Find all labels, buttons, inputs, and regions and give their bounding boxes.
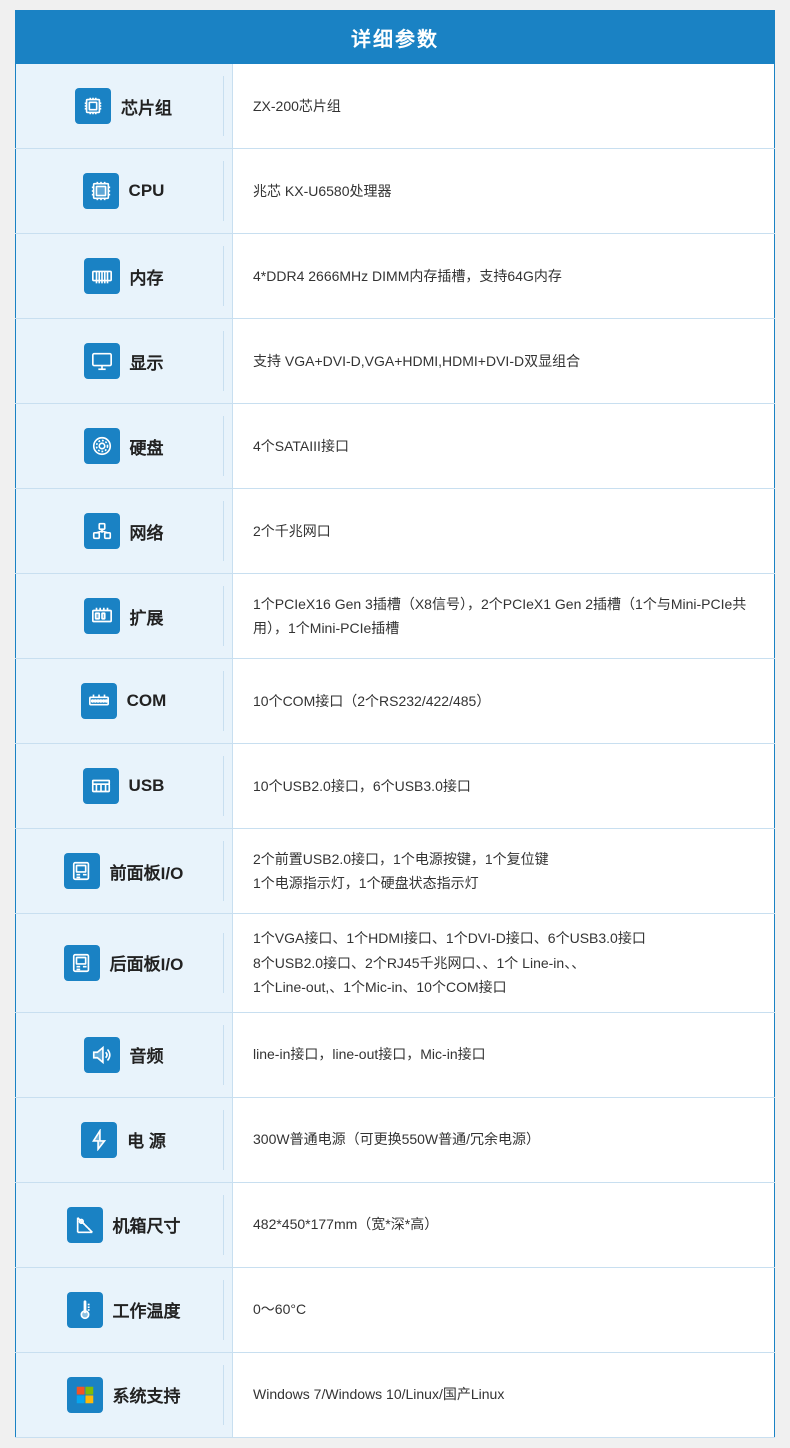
chassis-icon [67, 1207, 103, 1243]
os-icon [67, 1377, 103, 1413]
value-power: 300W普通电源（可更换550W普通/冗余电源） [233, 1097, 775, 1182]
chipset-icon [75, 88, 111, 124]
memory-icon [84, 258, 120, 294]
front-io-icon [64, 853, 100, 889]
value-expansion: 1个PCIeX16 Gen 3插槽（X8信号），2个PCIeX1 Gen 2插槽… [233, 574, 775, 659]
value-audio: line-in接口，line-out接口，Mic-in接口 [233, 1012, 775, 1097]
table-row: 工作温度 0～60°C [16, 1267, 775, 1352]
cpu-icon [83, 173, 119, 209]
label-hdd: 硬盘 [130, 434, 164, 459]
label-rear-io: 后面板I/O [110, 950, 184, 975]
rear-io-icon [64, 945, 100, 981]
table-row: CPU 兆芯 KX-U6580处理器 [16, 149, 775, 234]
table-row: 电 源 300W普通电源（可更换550W普通/冗余电源） [16, 1097, 775, 1182]
label-expansion: 扩展 [130, 604, 164, 629]
table-row: 后面板I/O 1个VGA接口、1个HDMI接口、1个DVI-D接口、6个USB3.… [16, 914, 775, 1013]
value-display: 支持 VGA+DVI-D,VGA+HDMI,HDMI+DVI-D双显组合 [233, 319, 775, 404]
expansion-icon [84, 598, 120, 634]
label-audio: 音频 [130, 1042, 164, 1067]
value-cpu: 兆芯 KX-U6580处理器 [233, 149, 775, 234]
table-row: 前面板I/O 2个前置USB2.0接口，1个电源按键，1个复位键1个电源指示灯，1… [16, 829, 775, 914]
value-memory: 4*DDR4 2666MHz DIMM内存插槽，支持64G内存 [233, 234, 775, 319]
audio-icon [84, 1037, 120, 1073]
label-front-io: 前面板I/O [110, 859, 184, 884]
usb-icon [83, 768, 119, 804]
label-cpu: CPU [129, 181, 165, 201]
label-network: 网络 [130, 519, 164, 544]
label-temperature: 工作温度 [113, 1297, 181, 1322]
temperature-icon [67, 1292, 103, 1328]
network-icon [84, 513, 120, 549]
spec-table-wrapper: 详细参数 芯片组 ZX-200芯片组 CPU 兆芯 KX-U6580处理器 内存 4*… [15, 10, 775, 1438]
table-row: 系统支持 Windows 7/Windows 10/Linux/国产Linux [16, 1352, 775, 1437]
label-chipset: 芯片组 [121, 94, 172, 119]
table-row: 扩展 1个PCIeX16 Gen 3插槽（X8信号），2个PCIeX1 Gen 2… [16, 574, 775, 659]
value-chipset: ZX-200芯片组 [233, 64, 775, 149]
label-usb: USB [129, 776, 165, 796]
value-os: Windows 7/Windows 10/Linux/国产Linux [233, 1352, 775, 1437]
table-row: 网络 2个千兆网口 [16, 489, 775, 574]
value-com: 10个COM接口（2个RS232/422/485） [233, 659, 775, 744]
value-rear-io: 1个VGA接口、1个HDMI接口、1个DVI-D接口、6个USB3.0接口8个U… [233, 914, 775, 1013]
table-row: 硬盘 4个SATAIII接口 [16, 404, 775, 489]
label-chassis: 机箱尺寸 [113, 1212, 181, 1237]
label-display: 显示 [130, 349, 164, 374]
table-title: 详细参数 [16, 11, 775, 65]
com-icon [81, 683, 117, 719]
table-row: 音频 line-in接口，line-out接口，Mic-in接口 [16, 1012, 775, 1097]
spec-table: 详细参数 芯片组 ZX-200芯片组 CPU 兆芯 KX-U6580处理器 内存 4*… [15, 10, 775, 1438]
label-os: 系统支持 [113, 1382, 181, 1407]
value-front-io: 2个前置USB2.0接口，1个电源按键，1个复位键1个电源指示灯，1个硬盘状态指… [233, 829, 775, 914]
table-row: 内存 4*DDR4 2666MHz DIMM内存插槽，支持64G内存 [16, 234, 775, 319]
value-hdd: 4个SATAIII接口 [233, 404, 775, 489]
power-icon [81, 1122, 117, 1158]
hdd-icon [84, 428, 120, 464]
value-usb: 10个USB2.0接口，6个USB3.0接口 [233, 744, 775, 829]
label-memory: 内存 [130, 264, 164, 289]
display-icon [84, 343, 120, 379]
value-chassis: 482*450*177mm（宽*深*高） [233, 1182, 775, 1267]
table-row: 机箱尺寸 482*450*177mm（宽*深*高） [16, 1182, 775, 1267]
table-row: USB 10个USB2.0接口，6个USB3.0接口 [16, 744, 775, 829]
table-row: COM 10个COM接口（2个RS232/422/485） [16, 659, 775, 744]
table-row: 芯片组 ZX-200芯片组 [16, 64, 775, 149]
table-row: 显示 支持 VGA+DVI-D,VGA+HDMI,HDMI+DVI-D双显组合 [16, 319, 775, 404]
label-com: COM [127, 691, 167, 711]
value-network: 2个千兆网口 [233, 489, 775, 574]
label-power: 电 源 [127, 1127, 166, 1152]
value-temperature: 0～60°C [233, 1267, 775, 1352]
